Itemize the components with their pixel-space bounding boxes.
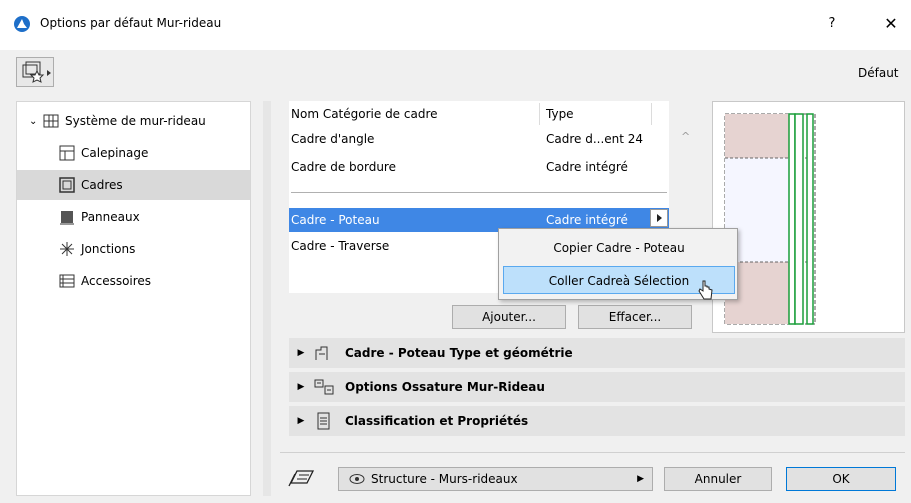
type-popup-button[interactable] (650, 209, 668, 227)
column-header-name[interactable]: Nom Catégorie de cadre (291, 101, 546, 127)
section-framing-options[interactable]: ▶ Options Ossature Mur-Rideau (289, 372, 905, 402)
play-arrow-icon (657, 214, 662, 222)
add-button[interactable]: Ajouter... (452, 305, 566, 329)
row-name: Cadre - Traverse (291, 239, 390, 253)
row-name: Cadre - Poteau (291, 213, 380, 227)
layer-icon (288, 470, 315, 487)
help-button[interactable]: ? (822, 12, 842, 36)
row-name: Cadre d'angle (291, 132, 375, 146)
dropdown-arrow-icon: ▶ (637, 474, 644, 484)
section-label: Classification et Propriétés (345, 414, 529, 428)
tree-item-label: Panneaux (81, 210, 140, 224)
hand-cursor-icon (698, 280, 713, 300)
tree-root-label: Système de mur-rideau (65, 114, 206, 128)
expand-arrow-icon[interactable]: ▶ (289, 416, 313, 426)
tree-item-cadres[interactable]: Cadres (17, 170, 250, 200)
panel-icon (60, 211, 74, 225)
preview-pane (712, 101, 905, 333)
default-label: Défaut (858, 66, 899, 80)
section-frame-geometry[interactable]: ▶ Cadre - Poteau Type et géométrie (289, 338, 905, 368)
eye-icon (349, 474, 365, 484)
section-classification[interactable]: ▶ Classification et Propriétés (289, 406, 905, 436)
close-button[interactable]: ✕ (880, 12, 902, 36)
section-label: Options Ossature Mur-Rideau (345, 380, 545, 394)
row-type: Cadre d...ent 24 (546, 132, 644, 146)
table-divider (291, 192, 667, 193)
section-label: Cadre - Poteau Type et géométrie (345, 346, 573, 360)
framing-options-icon (314, 379, 334, 395)
expand-arrow-icon[interactable]: ▶ (289, 348, 313, 358)
tree-item-label: Cadres (81, 178, 123, 192)
tree-item-jonctions[interactable]: Jonctions (17, 234, 250, 264)
tree-item-label: Calepinage (81, 146, 149, 160)
layer-selector[interactable]: Structure - Murs-rideaux ▶ (338, 467, 653, 491)
column-header-type[interactable]: Type (546, 101, 646, 127)
chevron-down-icon[interactable]: ⌄ (29, 116, 43, 127)
menu-item-copy[interactable]: Copier Cadre - Poteau (503, 234, 735, 262)
frame-geometry-icon (315, 346, 328, 360)
properties-icon (317, 412, 330, 430)
ok-button[interactable]: OK (786, 467, 896, 491)
tree-root-curtain-wall-system[interactable]: ⌄ Système de mur-rideau (17, 106, 250, 136)
curtain-wall-preview (724, 113, 816, 325)
frame-icon (59, 177, 75, 193)
favorites-icon (22, 61, 51, 83)
tree-item-panneaux[interactable]: Panneaux (17, 202, 250, 232)
divider (280, 452, 905, 453)
junction-icon (60, 242, 74, 256)
archicad-app-icon (14, 16, 30, 32)
row-name: Cadre de bordure (291, 160, 396, 174)
favorites-button[interactable] (16, 57, 54, 87)
settings-tree: ⌄ Système de mur-rideau Calepinage Cadre… (16, 101, 251, 496)
expand-arrow-icon[interactable]: ▶ (289, 382, 313, 392)
accessories-icon (59, 274, 75, 288)
grid-layout-icon (59, 145, 75, 161)
tree-item-accessoires[interactable]: Accessoires (17, 266, 250, 296)
window-title: Options par défaut Mur-rideau (40, 16, 222, 30)
scroll-up-icon[interactable]: ^ (681, 130, 690, 143)
row-type: Cadre intégré (546, 160, 628, 174)
tree-item-label: Jonctions (81, 242, 136, 256)
table-row[interactable]: Cadre de bordure Cadre intégré (289, 155, 669, 179)
curtain-wall-icon (43, 114, 59, 128)
cancel-button[interactable]: Annuler (664, 467, 772, 491)
delete-button[interactable]: Effacer... (578, 305, 692, 329)
table-row[interactable]: Cadre d'angle Cadre d...ent 24 (289, 127, 669, 151)
column-divider (539, 103, 540, 125)
tree-item-calepinage[interactable]: Calepinage (17, 138, 250, 168)
column-divider (651, 103, 652, 125)
tree-item-label: Accessoires (81, 274, 152, 288)
layer-label: Structure - Murs-rideaux (371, 472, 518, 486)
splitter[interactable] (263, 101, 271, 496)
